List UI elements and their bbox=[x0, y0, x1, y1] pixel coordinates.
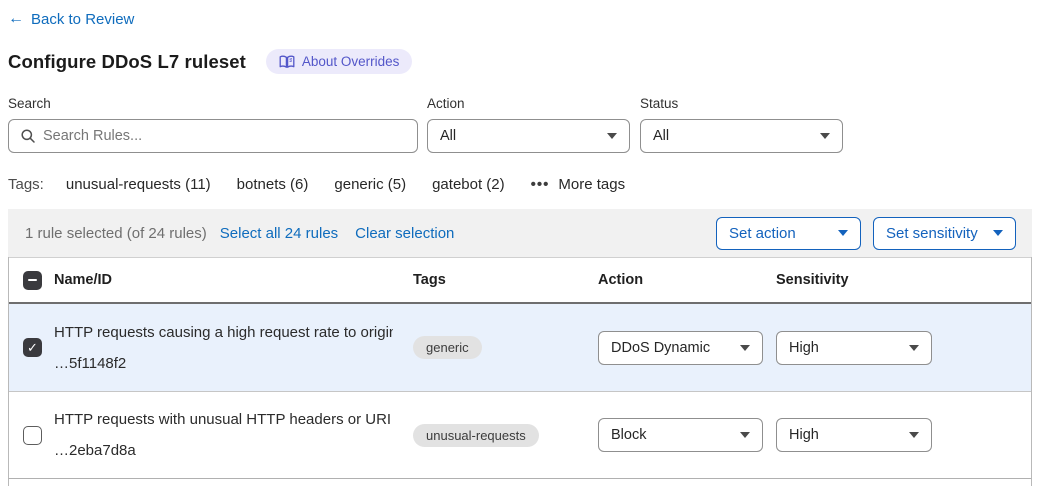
back-link-label: Back to Review bbox=[31, 11, 134, 28]
action-filter-dropdown[interactable]: All bbox=[427, 119, 630, 153]
set-sensitivity-label: Set sensitivity bbox=[886, 225, 978, 242]
rule-action-dropdown[interactable]: Block bbox=[598, 418, 763, 452]
column-header-action: Action bbox=[598, 272, 776, 288]
more-tags-label: More tags bbox=[558, 176, 625, 193]
column-header-name: Name/ID bbox=[54, 272, 413, 288]
tags-list: unusual-requests (11) botnets (6) generi… bbox=[66, 176, 505, 193]
title-row: Configure DDoS L7 ruleset About Override… bbox=[8, 49, 1032, 74]
chevron-down-icon bbox=[993, 230, 1003, 236]
rule-tag-pill: generic bbox=[413, 336, 482, 359]
status-filter-label: Status bbox=[640, 96, 843, 111]
select-all-link[interactable]: Select all 24 rules bbox=[220, 225, 338, 242]
status-filter-dropdown[interactable]: All bbox=[640, 119, 843, 153]
filters-row: Search Action All Status All bbox=[8, 96, 1032, 153]
tag-filter[interactable]: gatebot (2) bbox=[432, 176, 505, 193]
tag-filter[interactable]: botnets (6) bbox=[237, 176, 309, 193]
selection-bar: 1 rule selected (of 24 rules) Select all… bbox=[8, 209, 1032, 257]
rule-id: …2eba7d8a bbox=[54, 442, 393, 459]
partial-next-row bbox=[8, 478, 1032, 486]
about-overrides-badge[interactable]: About Overrides bbox=[266, 49, 413, 74]
rule-action-value: DDoS Dynamic bbox=[611, 340, 710, 356]
more-tags-button[interactable]: ••• More tags bbox=[531, 176, 625, 193]
row-checkbox[interactable] bbox=[23, 338, 42, 357]
rules-table: Name/ID Tags Action Sensitivity HTTP req… bbox=[8, 257, 1032, 478]
rule-action-value: Block bbox=[611, 427, 646, 443]
rule-name: HTTP requests causing a high request rat… bbox=[54, 324, 393, 341]
chevron-down-icon bbox=[838, 230, 848, 236]
clear-selection-link[interactable]: Clear selection bbox=[355, 225, 454, 242]
rule-name: HTTP requests with unusual HTTP headers … bbox=[54, 411, 393, 428]
back-to-review-link[interactable]: ← Back to Review bbox=[8, 11, 134, 28]
selection-status: 1 rule selected (of 24 rules) bbox=[25, 225, 207, 242]
table-header-row: Name/ID Tags Action Sensitivity bbox=[9, 257, 1031, 304]
table-row: HTTP requests with unusual HTTP headers … bbox=[9, 391, 1031, 478]
rule-sensitivity-dropdown[interactable]: High bbox=[776, 418, 932, 452]
set-action-dropdown[interactable]: Set action bbox=[716, 217, 861, 250]
set-action-label: Set action bbox=[729, 225, 796, 242]
chevron-down-icon bbox=[740, 432, 750, 438]
page-title: Configure DDoS L7 ruleset bbox=[8, 51, 246, 73]
rule-sensitivity-dropdown[interactable]: High bbox=[776, 331, 932, 365]
action-filter-label: Action bbox=[427, 96, 630, 111]
ellipsis-icon: ••• bbox=[531, 177, 550, 192]
rule-sensitivity-value: High bbox=[789, 427, 819, 443]
chevron-down-icon bbox=[909, 345, 919, 351]
action-filter-value: All bbox=[440, 128, 456, 144]
chevron-down-icon bbox=[607, 133, 617, 139]
rule-tag-pill: unusual-requests bbox=[413, 424, 539, 447]
chevron-down-icon bbox=[909, 432, 919, 438]
search-label: Search bbox=[8, 96, 418, 111]
book-icon bbox=[279, 55, 295, 69]
tag-filter[interactable]: unusual-requests (11) bbox=[66, 176, 211, 193]
tag-filter[interactable]: generic (5) bbox=[334, 176, 406, 193]
rule-id: …5f1148f2 bbox=[54, 355, 393, 372]
chevron-down-icon bbox=[820, 133, 830, 139]
table-row: HTTP requests causing a high request rat… bbox=[9, 304, 1031, 391]
tags-bar: Tags: unusual-requests (11) botnets (6) … bbox=[8, 176, 1032, 193]
rule-action-dropdown[interactable]: DDoS Dynamic bbox=[598, 331, 763, 365]
column-header-sensitivity: Sensitivity bbox=[776, 272, 1031, 288]
row-checkbox[interactable] bbox=[23, 426, 42, 445]
search-input[interactable] bbox=[8, 119, 418, 153]
table-body: HTTP requests causing a high request rat… bbox=[9, 304, 1031, 478]
set-sensitivity-dropdown[interactable]: Set sensitivity bbox=[873, 217, 1016, 250]
select-all-checkbox[interactable] bbox=[23, 271, 42, 290]
column-header-tags: Tags bbox=[413, 272, 598, 288]
tags-bar-label: Tags: bbox=[8, 176, 44, 193]
status-filter-value: All bbox=[653, 128, 669, 144]
rule-sensitivity-value: High bbox=[789, 340, 819, 356]
chevron-down-icon bbox=[740, 345, 750, 351]
back-arrow-icon: ← bbox=[8, 11, 24, 27]
about-badge-label: About Overrides bbox=[302, 54, 400, 69]
configure-ddos-page: ← Back to Review Configure DDoS L7 rules… bbox=[0, 0, 1039, 486]
